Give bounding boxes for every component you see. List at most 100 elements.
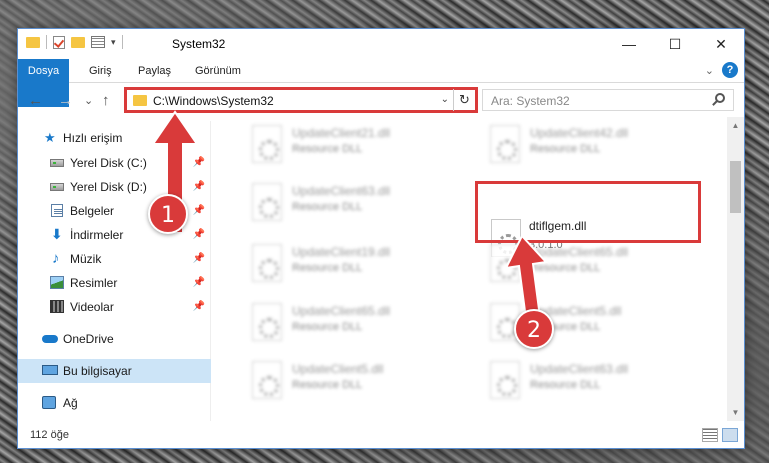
quick-access-toolbar: ▾ bbox=[26, 35, 123, 49]
cloud-icon bbox=[42, 335, 58, 343]
ribbon-controls: ⌄ ? bbox=[705, 62, 738, 78]
dll-file-icon bbox=[490, 125, 520, 163]
disk-icon bbox=[50, 159, 64, 167]
file-item[interactable]: UpdateClient65.dll Resource DLL bbox=[240, 299, 470, 347]
file-type: Resource DLL bbox=[292, 143, 363, 155]
sidebar-item-label: Müzik bbox=[70, 252, 102, 266]
back-button[interactable]: ← bbox=[28, 92, 43, 109]
maximize-button[interactable]: ☐ bbox=[652, 29, 698, 59]
download-icon: ⬇ bbox=[51, 226, 63, 242]
tab-share[interactable]: Paylaş bbox=[138, 59, 171, 83]
step-badge-1: 1 bbox=[148, 194, 188, 234]
sidebar-item-label: Resimler bbox=[70, 276, 118, 290]
file-item[interactable]: UpdateClient42.dll Resource DLL bbox=[478, 121, 708, 169]
recent-locations-button[interactable]: ⌄ bbox=[84, 94, 93, 107]
file-type: Resource DLL bbox=[292, 321, 363, 333]
toolbar-separator bbox=[121, 35, 123, 49]
documents-icon bbox=[51, 204, 63, 217]
close-button[interactable]: ✕ bbox=[698, 29, 744, 59]
sidebar-item-label: Hızlı erişim bbox=[63, 131, 123, 145]
pictures-icon bbox=[50, 276, 64, 289]
scroll-down-arrow[interactable]: ▼ bbox=[727, 404, 744, 421]
dll-file-icon bbox=[252, 244, 282, 282]
ribbon-tabs: Dosya Giriş Paylaş Görünüm ⌄ ? bbox=[18, 59, 744, 107]
large-icons-view-icon[interactable] bbox=[722, 428, 738, 442]
dll-file-icon bbox=[252, 125, 282, 163]
file-item[interactable]: UpdateClient63.dll Resource DLL bbox=[478, 357, 708, 405]
file-item[interactable]: UpdateClient5.dll Resource DLL bbox=[240, 357, 470, 405]
scroll-up-arrow[interactable]: ▲ bbox=[727, 117, 744, 134]
new-folder-icon[interactable] bbox=[71, 36, 85, 48]
address-path[interactable]: C:\Windows\System32 bbox=[153, 94, 274, 108]
details-view-icon[interactable] bbox=[702, 428, 718, 442]
star-icon: ★ bbox=[44, 130, 56, 145]
file-list: UpdateClient21.dll Resource DLL UpdateCl… bbox=[212, 117, 728, 421]
sidebar-item-label: Ağ bbox=[63, 396, 78, 410]
vertical-scrollbar[interactable]: ▲ ▼ bbox=[727, 117, 744, 421]
sidebar-item-network[interactable]: Ağ bbox=[18, 391, 211, 415]
sidebar-item-this-pc[interactable]: Bu bilgisayar bbox=[18, 359, 211, 383]
search-input[interactable]: Ara: System32 bbox=[491, 94, 570, 108]
window-controls: — ☐ ✕ bbox=[606, 29, 744, 59]
minimize-button[interactable]: — bbox=[606, 29, 652, 59]
customize-toolbar-dropdown[interactable]: ▾ bbox=[111, 37, 116, 48]
sidebar-item-label: Yerel Disk (D:) bbox=[70, 180, 147, 194]
computer-icon bbox=[42, 365, 58, 375]
item-count: 112 öğe bbox=[30, 429, 69, 441]
sidebar-item-videos[interactable]: Videolar 📌 bbox=[18, 295, 211, 319]
sidebar-item-music[interactable]: ♪ Müzik 📌 bbox=[18, 247, 211, 271]
file-name: UpdateClient19.dll bbox=[292, 245, 391, 259]
folder-icon bbox=[26, 36, 40, 48]
window-title: System32 bbox=[172, 37, 226, 51]
sidebar-item-label: Videolar bbox=[70, 300, 114, 314]
navigation-bar: ← → ⌄ ↑ C:\Windows\System32 ⌄ ↻ Ara: Sys… bbox=[18, 85, 744, 117]
file-item[interactable]: UpdateClient21.dll Resource DLL bbox=[240, 121, 470, 169]
sidebar-item-pictures[interactable]: Resimler 📌 bbox=[18, 271, 211, 295]
sidebar-item-label: OneDrive bbox=[63, 332, 114, 346]
dll-file-icon bbox=[252, 183, 282, 221]
file-item[interactable]: UpdateClient19.dll Resource DLL bbox=[240, 240, 470, 288]
file-type: Resource DLL bbox=[530, 143, 601, 155]
file-type: Resource DLL bbox=[292, 201, 363, 213]
scrollbar-thumb[interactable] bbox=[730, 161, 741, 213]
video-icon bbox=[50, 300, 64, 313]
disk-icon bbox=[50, 183, 64, 191]
tab-home[interactable]: Giriş bbox=[89, 59, 112, 83]
dll-file-icon bbox=[490, 361, 520, 399]
title-bar: ▾ System32 — ☐ ✕ bbox=[18, 29, 744, 59]
sidebar-item-label: Bu bilgisayar bbox=[63, 364, 132, 378]
pin-icon[interactable]: 📌 bbox=[193, 295, 205, 319]
file-name: UpdateClient21.dll bbox=[292, 126, 391, 140]
properties-icon[interactable] bbox=[91, 36, 105, 48]
network-icon bbox=[42, 396, 56, 409]
sidebar-item-label: Yerel Disk (C:) bbox=[70, 156, 147, 170]
up-button[interactable]: ↑ bbox=[102, 92, 110, 109]
tab-view[interactable]: Görünüm bbox=[195, 59, 241, 83]
file-type: Resource DLL bbox=[530, 379, 601, 391]
folder-icon bbox=[133, 95, 147, 106]
music-icon: ♪ bbox=[52, 250, 60, 267]
file-item[interactable]: UpdateClient63.dll Resource DLL bbox=[240, 179, 470, 227]
status-bar: 112 öğe bbox=[18, 424, 744, 448]
forward-button[interactable]: → bbox=[58, 92, 73, 109]
file-name: UpdateClient5.dll bbox=[292, 362, 384, 376]
properties-check-icon[interactable] bbox=[53, 35, 65, 49]
search-icon[interactable] bbox=[715, 93, 725, 103]
address-dropdown[interactable]: ⌄ bbox=[441, 94, 449, 105]
file-type: Resource DLL bbox=[292, 379, 363, 391]
view-switcher bbox=[702, 428, 738, 442]
file-name: UpdateClient63.dll bbox=[292, 184, 391, 198]
refresh-button[interactable]: ↻ bbox=[453, 89, 475, 111]
expand-ribbon-icon[interactable]: ⌄ bbox=[705, 64, 714, 77]
pin-icon[interactable]: 📌 bbox=[193, 247, 205, 271]
search-box[interactable]: Ara: System32 bbox=[482, 89, 734, 111]
toolbar-separator bbox=[46, 35, 47, 49]
file-name: UpdateClient42.dll bbox=[530, 126, 629, 140]
sidebar-item-onedrive[interactable]: OneDrive bbox=[18, 327, 211, 351]
pin-icon[interactable]: 📌 bbox=[193, 271, 205, 295]
file-name: UpdateClient65.dll bbox=[292, 304, 391, 318]
file-name: UpdateClient63.dll bbox=[530, 362, 629, 376]
dll-file-icon bbox=[252, 303, 282, 341]
help-icon[interactable]: ? bbox=[722, 62, 738, 78]
sidebar-item-label: İndirmeler bbox=[70, 228, 124, 242]
